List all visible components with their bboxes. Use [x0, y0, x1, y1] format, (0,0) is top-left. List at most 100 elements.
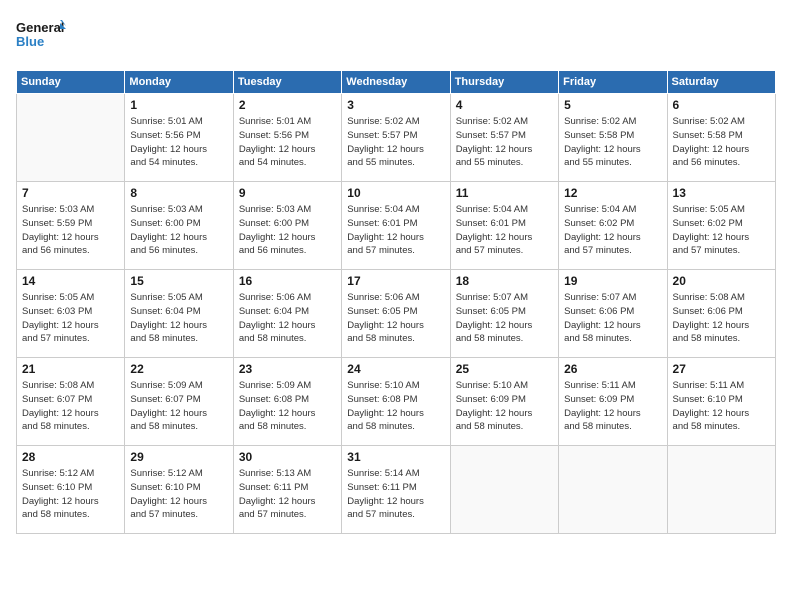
- day-info: Sunrise: 5:02 AM Sunset: 5:57 PM Dayligh…: [456, 116, 533, 168]
- week-row-1: 1 Sunrise: 5:01 AM Sunset: 5:56 PM Dayli…: [17, 94, 776, 182]
- day-info: Sunrise: 5:13 AM Sunset: 6:11 PM Dayligh…: [239, 468, 316, 520]
- day-number: 19: [564, 274, 661, 288]
- calendar-cell: 4 Sunrise: 5:02 AM Sunset: 5:57 PM Dayli…: [450, 94, 558, 182]
- day-info: Sunrise: 5:04 AM Sunset: 6:01 PM Dayligh…: [347, 204, 424, 256]
- weekday-header-friday: Friday: [559, 71, 667, 94]
- day-info: Sunrise: 5:02 AM Sunset: 5:58 PM Dayligh…: [673, 116, 750, 168]
- day-number: 27: [673, 362, 770, 376]
- day-number: 18: [456, 274, 553, 288]
- day-number: 31: [347, 450, 444, 464]
- day-info: Sunrise: 5:02 AM Sunset: 5:57 PM Dayligh…: [347, 116, 424, 168]
- day-number: 28: [22, 450, 119, 464]
- svg-text:General: General: [16, 20, 64, 35]
- weekday-header-saturday: Saturday: [667, 71, 775, 94]
- calendar-cell: 6 Sunrise: 5:02 AM Sunset: 5:58 PM Dayli…: [667, 94, 775, 182]
- day-number: 7: [22, 186, 119, 200]
- calendar-cell: [17, 94, 125, 182]
- calendar-cell: 9 Sunrise: 5:03 AM Sunset: 6:00 PM Dayli…: [233, 182, 341, 270]
- calendar-cell: 22 Sunrise: 5:09 AM Sunset: 6:07 PM Dayl…: [125, 358, 233, 446]
- calendar-cell: 26 Sunrise: 5:11 AM Sunset: 6:09 PM Dayl…: [559, 358, 667, 446]
- calendar-cell: 18 Sunrise: 5:07 AM Sunset: 6:05 PM Dayl…: [450, 270, 558, 358]
- day-number: 6: [673, 98, 770, 112]
- day-info: Sunrise: 5:07 AM Sunset: 6:06 PM Dayligh…: [564, 292, 641, 344]
- weekday-header-wednesday: Wednesday: [342, 71, 450, 94]
- day-number: 26: [564, 362, 661, 376]
- calendar-cell: 20 Sunrise: 5:08 AM Sunset: 6:06 PM Dayl…: [667, 270, 775, 358]
- day-number: 21: [22, 362, 119, 376]
- day-info: Sunrise: 5:04 AM Sunset: 6:01 PM Dayligh…: [456, 204, 533, 256]
- calendar-cell: 30 Sunrise: 5:13 AM Sunset: 6:11 PM Dayl…: [233, 446, 341, 534]
- day-info: Sunrise: 5:01 AM Sunset: 5:56 PM Dayligh…: [130, 116, 207, 168]
- calendar-cell: 24 Sunrise: 5:10 AM Sunset: 6:08 PM Dayl…: [342, 358, 450, 446]
- calendar-cell: 1 Sunrise: 5:01 AM Sunset: 5:56 PM Dayli…: [125, 94, 233, 182]
- weekday-header-sunday: Sunday: [17, 71, 125, 94]
- calendar-cell: 16 Sunrise: 5:06 AM Sunset: 6:04 PM Dayl…: [233, 270, 341, 358]
- day-info: Sunrise: 5:02 AM Sunset: 5:58 PM Dayligh…: [564, 116, 641, 168]
- day-number: 23: [239, 362, 336, 376]
- week-row-2: 7 Sunrise: 5:03 AM Sunset: 5:59 PM Dayli…: [17, 182, 776, 270]
- day-number: 2: [239, 98, 336, 112]
- day-info: Sunrise: 5:01 AM Sunset: 5:56 PM Dayligh…: [239, 116, 316, 168]
- calendar-cell: [667, 446, 775, 534]
- calendar-cell: 11 Sunrise: 5:04 AM Sunset: 6:01 PM Dayl…: [450, 182, 558, 270]
- week-row-3: 14 Sunrise: 5:05 AM Sunset: 6:03 PM Dayl…: [17, 270, 776, 358]
- day-number: 22: [130, 362, 227, 376]
- day-info: Sunrise: 5:10 AM Sunset: 6:09 PM Dayligh…: [456, 380, 533, 432]
- weekday-header-tuesday: Tuesday: [233, 71, 341, 94]
- day-info: Sunrise: 5:06 AM Sunset: 6:04 PM Dayligh…: [239, 292, 316, 344]
- day-info: Sunrise: 5:05 AM Sunset: 6:04 PM Dayligh…: [130, 292, 207, 344]
- day-number: 9: [239, 186, 336, 200]
- calendar-cell: 21 Sunrise: 5:08 AM Sunset: 6:07 PM Dayl…: [17, 358, 125, 446]
- day-number: 25: [456, 362, 553, 376]
- calendar-cell: 5 Sunrise: 5:02 AM Sunset: 5:58 PM Dayli…: [559, 94, 667, 182]
- day-info: Sunrise: 5:06 AM Sunset: 6:05 PM Dayligh…: [347, 292, 424, 344]
- svg-text:Blue: Blue: [16, 34, 44, 49]
- calendar-cell: 3 Sunrise: 5:02 AM Sunset: 5:57 PM Dayli…: [342, 94, 450, 182]
- calendar-cell: 25 Sunrise: 5:10 AM Sunset: 6:09 PM Dayl…: [450, 358, 558, 446]
- day-number: 10: [347, 186, 444, 200]
- day-number: 8: [130, 186, 227, 200]
- day-number: 3: [347, 98, 444, 112]
- day-number: 4: [456, 98, 553, 112]
- calendar-cell: 8 Sunrise: 5:03 AM Sunset: 6:00 PM Dayli…: [125, 182, 233, 270]
- logo-svg: General Blue: [16, 16, 66, 58]
- weekday-header-row: SundayMondayTuesdayWednesdayThursdayFrid…: [17, 71, 776, 94]
- day-info: Sunrise: 5:04 AM Sunset: 6:02 PM Dayligh…: [564, 204, 641, 256]
- day-info: Sunrise: 5:12 AM Sunset: 6:10 PM Dayligh…: [130, 468, 207, 520]
- calendar-cell: 2 Sunrise: 5:01 AM Sunset: 5:56 PM Dayli…: [233, 94, 341, 182]
- header: General Blue: [16, 16, 776, 58]
- day-number: 30: [239, 450, 336, 464]
- calendar-cell: 14 Sunrise: 5:05 AM Sunset: 6:03 PM Dayl…: [17, 270, 125, 358]
- calendar-cell: 19 Sunrise: 5:07 AM Sunset: 6:06 PM Dayl…: [559, 270, 667, 358]
- calendar-cell: 12 Sunrise: 5:04 AM Sunset: 6:02 PM Dayl…: [559, 182, 667, 270]
- day-info: Sunrise: 5:03 AM Sunset: 6:00 PM Dayligh…: [239, 204, 316, 256]
- calendar-cell: 10 Sunrise: 5:04 AM Sunset: 6:01 PM Dayl…: [342, 182, 450, 270]
- day-info: Sunrise: 5:10 AM Sunset: 6:08 PM Dayligh…: [347, 380, 424, 432]
- day-number: 5: [564, 98, 661, 112]
- day-info: Sunrise: 5:14 AM Sunset: 6:11 PM Dayligh…: [347, 468, 424, 520]
- week-row-4: 21 Sunrise: 5:08 AM Sunset: 6:07 PM Dayl…: [17, 358, 776, 446]
- day-number: 20: [673, 274, 770, 288]
- calendar-cell: 28 Sunrise: 5:12 AM Sunset: 6:10 PM Dayl…: [17, 446, 125, 534]
- calendar-table: SundayMondayTuesdayWednesdayThursdayFrid…: [16, 70, 776, 534]
- day-info: Sunrise: 5:08 AM Sunset: 6:07 PM Dayligh…: [22, 380, 99, 432]
- day-number: 15: [130, 274, 227, 288]
- weekday-header-thursday: Thursday: [450, 71, 558, 94]
- day-info: Sunrise: 5:11 AM Sunset: 6:09 PM Dayligh…: [564, 380, 641, 432]
- calendar-cell: 27 Sunrise: 5:11 AM Sunset: 6:10 PM Dayl…: [667, 358, 775, 446]
- day-number: 14: [22, 274, 119, 288]
- day-info: Sunrise: 5:09 AM Sunset: 6:07 PM Dayligh…: [130, 380, 207, 432]
- day-info: Sunrise: 5:03 AM Sunset: 6:00 PM Dayligh…: [130, 204, 207, 256]
- day-number: 24: [347, 362, 444, 376]
- day-number: 11: [456, 186, 553, 200]
- day-number: 13: [673, 186, 770, 200]
- day-info: Sunrise: 5:12 AM Sunset: 6:10 PM Dayligh…: [22, 468, 99, 520]
- day-info: Sunrise: 5:07 AM Sunset: 6:05 PM Dayligh…: [456, 292, 533, 344]
- calendar-cell: 7 Sunrise: 5:03 AM Sunset: 5:59 PM Dayli…: [17, 182, 125, 270]
- calendar-cell: 17 Sunrise: 5:06 AM Sunset: 6:05 PM Dayl…: [342, 270, 450, 358]
- calendar-cell: [450, 446, 558, 534]
- day-number: 12: [564, 186, 661, 200]
- day-number: 1: [130, 98, 227, 112]
- weekday-header-monday: Monday: [125, 71, 233, 94]
- logo: General Blue: [16, 16, 66, 58]
